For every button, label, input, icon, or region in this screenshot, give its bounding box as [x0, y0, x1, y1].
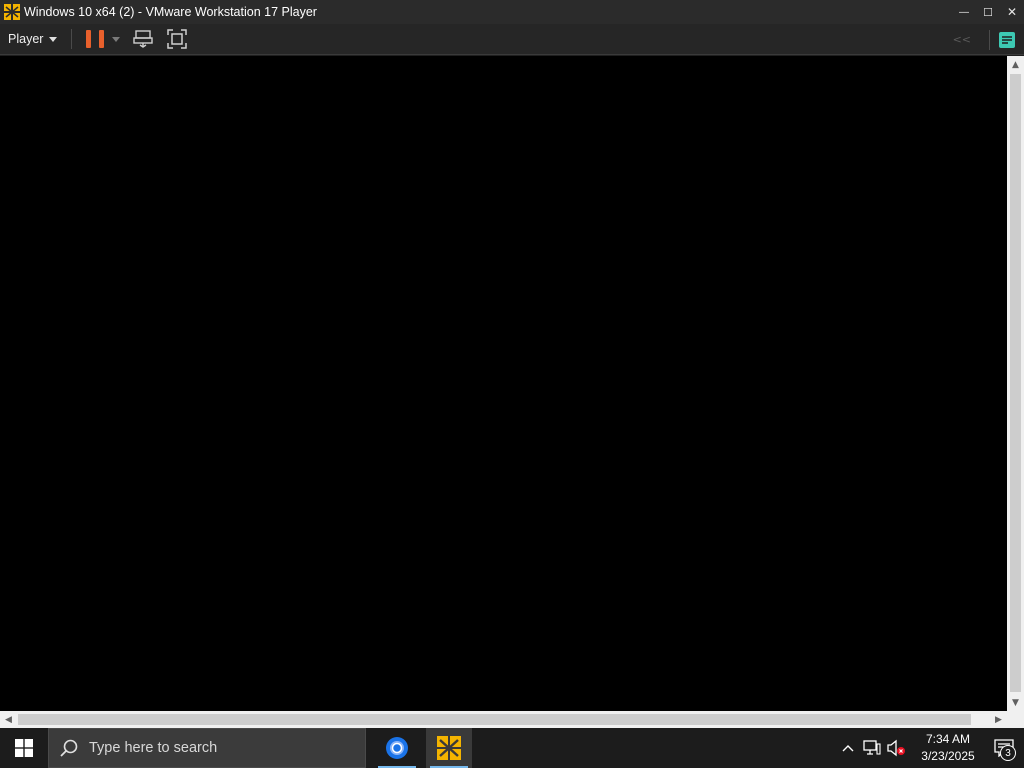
vmware-player-icon: [437, 736, 461, 760]
full-screen-button[interactable]: [166, 28, 188, 50]
scrollbar-corner: [1007, 711, 1024, 728]
close-icon: ✕: [1006, 5, 1018, 19]
toolbar-right-group: <<: [953, 24, 1024, 55]
search-icon: [60, 739, 78, 757]
toolbar-divider: [71, 29, 73, 49]
scroll-down-icon[interactable]: ▼: [1007, 694, 1024, 711]
network-button[interactable]: [860, 728, 884, 768]
windows-taskbar: Type here to search 7:34 AM 3/23/2025 3: [0, 728, 1024, 768]
vm-display[interactable]: [0, 56, 1007, 711]
scroll-right-icon[interactable]: ▶: [990, 711, 1007, 728]
chrome-icon: [386, 737, 408, 759]
clock-date: 3/23/2025: [921, 749, 975, 763]
close-button[interactable]: ✕: [1000, 0, 1024, 24]
show-hidden-icons-button[interactable]: [836, 728, 860, 768]
back-icon[interactable]: <<: [953, 33, 971, 46]
send-ctrl-alt-del-button[interactable]: [132, 28, 154, 50]
notification-count-badge: 3: [1000, 745, 1016, 761]
window-controls: — ☐ ✕: [952, 0, 1024, 24]
player-menu-label: Player: [8, 32, 44, 46]
player-toolbar: Player <<: [0, 24, 1024, 55]
maximize-button[interactable]: ☐: [976, 0, 1000, 24]
horizontal-scrollbar[interactable]: ◀ ▶: [0, 711, 1007, 728]
taskbar-app-chrome[interactable]: [374, 728, 420, 768]
window-title: Windows 10 x64 (2) - VMware Workstation …: [24, 5, 317, 19]
network-icon: [863, 740, 881, 755]
chevron-up-icon: [842, 745, 854, 752]
taskbar-app-vmware[interactable]: [426, 728, 472, 768]
notes-icon[interactable]: [998, 31, 1016, 49]
power-options-dropdown[interactable]: [112, 36, 121, 42]
taskbar-clock[interactable]: 7:34 AM 3/23/2025: [912, 731, 984, 765]
pause-icon[interactable]: [86, 29, 105, 49]
search-placeholder: Type here to search: [89, 740, 218, 756]
vertical-scrollbar[interactable]: ▲ ▼: [1007, 56, 1024, 711]
minimize-button[interactable]: —: [952, 0, 976, 24]
horizontal-scroll-thumb[interactable]: [18, 714, 971, 725]
chevron-down-icon: [49, 36, 58, 42]
title-bar[interactable]: Windows 10 x64 (2) - VMware Workstation …: [0, 0, 1024, 24]
vmware-player-window: Windows 10 x64 (2) - VMware Workstation …: [0, 0, 1024, 728]
minimize-icon: —: [959, 6, 969, 18]
system-tray: 7:34 AM 3/23/2025 3: [836, 728, 1024, 768]
toolbar-divider: [989, 29, 990, 50]
volume-muted-icon: [887, 739, 905, 757]
taskbar-search-box[interactable]: Type here to search: [48, 728, 366, 768]
vertical-scroll-thumb[interactable]: [1010, 74, 1021, 692]
vmware-app-icon: [3, 3, 21, 21]
action-center-button[interactable]: 3: [984, 728, 1024, 768]
fullscreen-icon: [167, 29, 188, 49]
ctrl-alt-del-icon: [133, 30, 154, 48]
scroll-left-icon[interactable]: ◀: [0, 711, 17, 728]
player-menu-button[interactable]: Player: [0, 24, 58, 55]
start-button[interactable]: [0, 728, 48, 768]
clock-time: 7:34 AM: [925, 732, 971, 746]
volume-button[interactable]: [884, 728, 908, 768]
maximize-icon: ☐: [983, 6, 993, 19]
windows-logo-icon: [15, 739, 33, 757]
scroll-up-icon[interactable]: ▲: [1007, 56, 1024, 73]
